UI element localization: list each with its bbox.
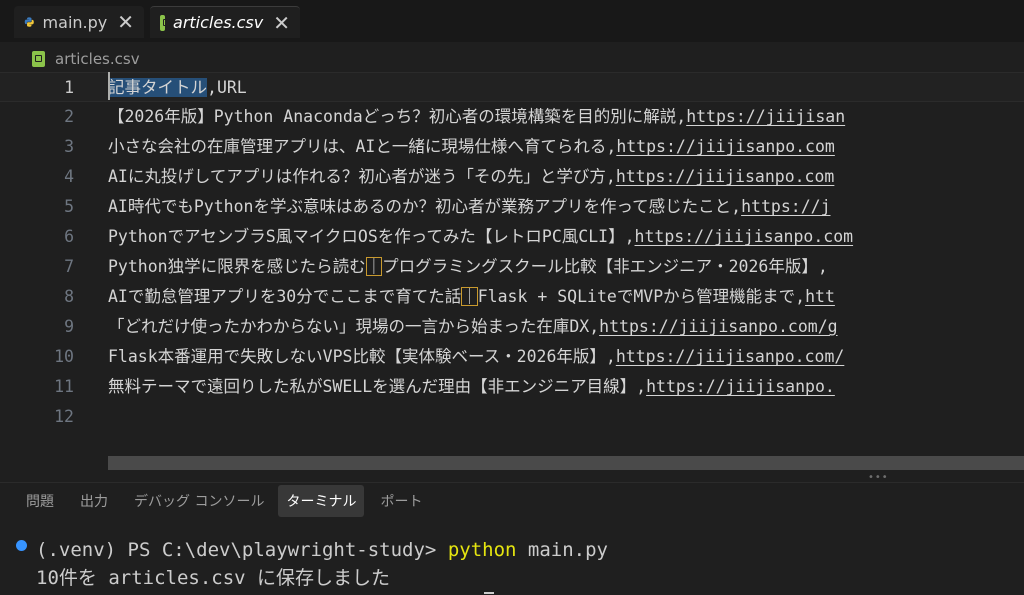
csv-field-url[interactable]: https://jiijisanpo.com/g: [599, 317, 837, 336]
python-icon: [24, 17, 34, 27]
editor-line[interactable]: 8 AIで勤怠管理アプリを30分でここまで育てた話｜Flask + SQLite…: [0, 282, 1024, 312]
editor-line[interactable]: 12: [0, 402, 1024, 432]
tab-ports[interactable]: ポート: [372, 485, 430, 517]
csv-field-title: 【2026年版】Python Anacondaどっち？初心者の環境構築を目的別に…: [108, 107, 677, 126]
editor-line[interactable]: 5 AI時代でもPythonを学ぶ意味はあるのか？初心者が業務アプリを作って感じ…: [0, 192, 1024, 222]
csv-field-url[interactable]: https://jiijisan: [686, 107, 845, 126]
csv-file-icon: [32, 51, 45, 67]
drag-handle-icon: •••: [868, 472, 889, 483]
tab-label: main.py: [42, 12, 108, 32]
editor-line[interactable]: 6 PythonでアセンブラS風マイクロOSを作ってみた【レトロPC風CLI】,…: [0, 222, 1024, 252]
csv-field-title: AIに丸投げしてアプリは作れる？初心者が迷う「その先」と学び方: [108, 167, 606, 186]
line-number: 4: [64, 167, 74, 186]
csv-field-url: URL: [216, 78, 247, 97]
editor-line[interactable]: 7 Python独学に限界を感じたら読む｜プログラミングスクール比較【非エンジニ…: [0, 252, 1024, 282]
csv-field-title: 小さな会社の在庫管理アプリは、AIと一緒に現場仕様へ育てられる: [108, 137, 607, 156]
tab-output[interactable]: 出力: [72, 485, 116, 517]
terminal-command-args: main.py: [527, 539, 608, 561]
csv-field-url[interactable]: https://jiijisanpo.com: [616, 137, 835, 156]
csv-field-url[interactable]: https://j: [741, 197, 830, 216]
line-content[interactable]: AIに丸投げしてアプリは作れる？初心者が迷う「その先」と学び方,https://…: [108, 162, 834, 192]
line-number: 11: [54, 377, 74, 396]
csv-field-url[interactable]: https://jiijisanpo.com/: [616, 347, 844, 366]
unusual-char-highlight: ｜: [461, 287, 478, 306]
terminal-output: 10件を articles.csv に保存しました: [36, 567, 391, 589]
terminal-command-line: (.venv) PS C:\dev\playwright-study> pyth…: [36, 535, 608, 565]
line-content[interactable]: 「どれだけ使ったかわからない」現場の一言から始まった在庫DX,https://j…: [108, 312, 838, 342]
csv-field-title: 「どれだけ使ったかわからない」現場の一言から始まった在庫DX: [108, 317, 590, 336]
terminal-command: python: [447, 539, 517, 561]
line-number: 2: [64, 107, 74, 126]
line-content[interactable]: PythonでアセンブラS風マイクロOSを作ってみた【レトロPC風CLI】,ht…: [108, 222, 853, 252]
line-content[interactable]: 記事タイトル,URL: [108, 73, 247, 103]
terminal[interactable]: (.venv) PS C:\dev\playwright-study> pyth…: [0, 530, 1024, 595]
line-number: 1: [64, 78, 74, 97]
line-number: 9: [64, 317, 74, 336]
csv-field-title: Flask本番運用で失敗しないVPS比較【実体験ベース・2026年版】: [108, 347, 606, 366]
terminal-output-line: 10件を articles.csv に保存しました: [36, 563, 390, 593]
line-content[interactable]: AI時代でもPythonを学ぶ意味はあるのか？初心者が業務アプリを作って感じたこ…: [108, 192, 831, 222]
csv-field-url[interactable]: https://jiijisanpo.com: [616, 167, 835, 186]
tab-terminal[interactable]: ターミナル: [278, 485, 365, 517]
csv-field-title: AIで勤怠管理アプリを30分でここまで育てた話: [108, 287, 462, 306]
line-content[interactable]: Python独学に限界を感じたら読む｜プログラミングスクール比較【非エンジニア・…: [108, 252, 828, 282]
panel-tab-bar: 問題 出力 デバッグ コンソール ターミナル ポート: [0, 483, 1024, 519]
csv-field-title: 無料テーマで遠回りした私がSWELLを選んだ理由【非エンジニア目線】: [108, 377, 637, 396]
line-number: 3: [64, 137, 74, 156]
close-icon[interactable]: ✕: [117, 12, 134, 32]
editor-line[interactable]: 10 Flask本番運用で失敗しないVPS比較【実体験ベース・2026年版】,h…: [0, 342, 1024, 372]
editor-line[interactable]: 1 記事タイトル,URL: [0, 72, 1024, 102]
line-content[interactable]: 無料テーマで遠回りした私がSWELLを選んだ理由【非エンジニア目線】,https…: [108, 372, 835, 402]
csv-field-title-rest: プログラミングスクール比較【非エンジニア・2026年版】: [382, 257, 818, 276]
csv-field-title: Python独学に限界を感じたら読む: [108, 257, 366, 276]
editor-line[interactable]: 4 AIに丸投げしてアプリは作れる？初心者が迷う「その先」と学び方,https:…: [0, 162, 1024, 192]
terminal-prompt: (.venv) PS C:\dev\playwright-study>: [36, 539, 437, 561]
csv-field-title: 記事タイトル: [108, 78, 207, 97]
line-content[interactable]: 【2026年版】Python Anacondaどっち？初心者の環境構築を目的別に…: [108, 102, 845, 132]
tab-main-py[interactable]: main.py ✕: [14, 6, 144, 38]
line-number: 5: [64, 197, 74, 216]
tab-problems[interactable]: 問題: [18, 485, 62, 517]
csv-field-title: AI時代でもPythonを学ぶ意味はあるのか？初心者が業務アプリを作って感じたこ…: [108, 197, 732, 216]
line-content[interactable]: AIで勤怠管理アプリを30分でここまで育てた話｜Flask + SQLiteでM…: [108, 282, 835, 312]
line-content[interactable]: Flask本番運用で失敗しないVPS比較【実体験ベース・2026年版】,http…: [108, 342, 844, 372]
close-icon[interactable]: ✕: [273, 13, 290, 33]
line-number: 12: [54, 407, 74, 426]
csv-field-title-rest: Flask + SQLiteでMVPから管理機能まで: [477, 287, 796, 306]
line-number: 8: [64, 287, 74, 306]
tab-label: articles.csv: [173, 13, 264, 32]
panel-resize-sash[interactable]: •••: [0, 470, 1024, 483]
breadcrumb-file[interactable]: articles.csv: [55, 50, 140, 68]
terminal-cursor: [484, 592, 494, 594]
command-status-dot-icon: [16, 540, 27, 551]
breadcrumb[interactable]: articles.csv: [32, 48, 140, 70]
editor-line[interactable]: 3 小さな会社の在庫管理アプリは、AIと一緒に現場仕様へ育てられる,https:…: [0, 132, 1024, 162]
editor-tab-bar: main.py ✕ articles.csv ✕: [0, 0, 1024, 42]
csv-field-url[interactable]: https://jiijisanpo.com: [635, 227, 854, 246]
line-content[interactable]: 小さな会社の在庫管理アプリは、AIと一緒に現場仕様へ育てられる,https://…: [108, 132, 835, 162]
csv-field-url[interactable]: https://jiijisanpo.: [646, 377, 835, 396]
csv-field-title: PythonでアセンブラS風マイクロOSを作ってみた【レトロPC風CLI】: [108, 227, 625, 246]
tab-debug-console[interactable]: デバッグ コンソール: [126, 485, 272, 517]
tab-articles-csv[interactable]: articles.csv ✕: [150, 6, 300, 38]
csv-file-icon: [160, 14, 171, 31]
line-number: 6: [64, 227, 74, 246]
line-number: 7: [64, 257, 74, 276]
csv-field-url[interactable]: htt: [805, 287, 835, 306]
line-number: 10: [54, 347, 74, 366]
text-cursor: [108, 72, 110, 100]
editor-line[interactable]: 2 【2026年版】Python Anacondaどっち？初心者の環境構築を目的…: [0, 102, 1024, 132]
horizontal-scrollbar[interactable]: [108, 456, 1024, 470]
code-editor[interactable]: 1 記事タイトル,URL 2 【2026年版】Python Anacondaどっ…: [0, 72, 1024, 470]
editor-line[interactable]: 11 無料テーマで遠回りした私がSWELLを選んだ理由【非エンジニア目線】,ht…: [0, 372, 1024, 402]
unusual-char-highlight: ｜: [365, 257, 383, 276]
editor-line[interactable]: 9 「どれだけ使ったかわからない」現場の一言から始まった在庫DX,https:/…: [0, 312, 1024, 342]
